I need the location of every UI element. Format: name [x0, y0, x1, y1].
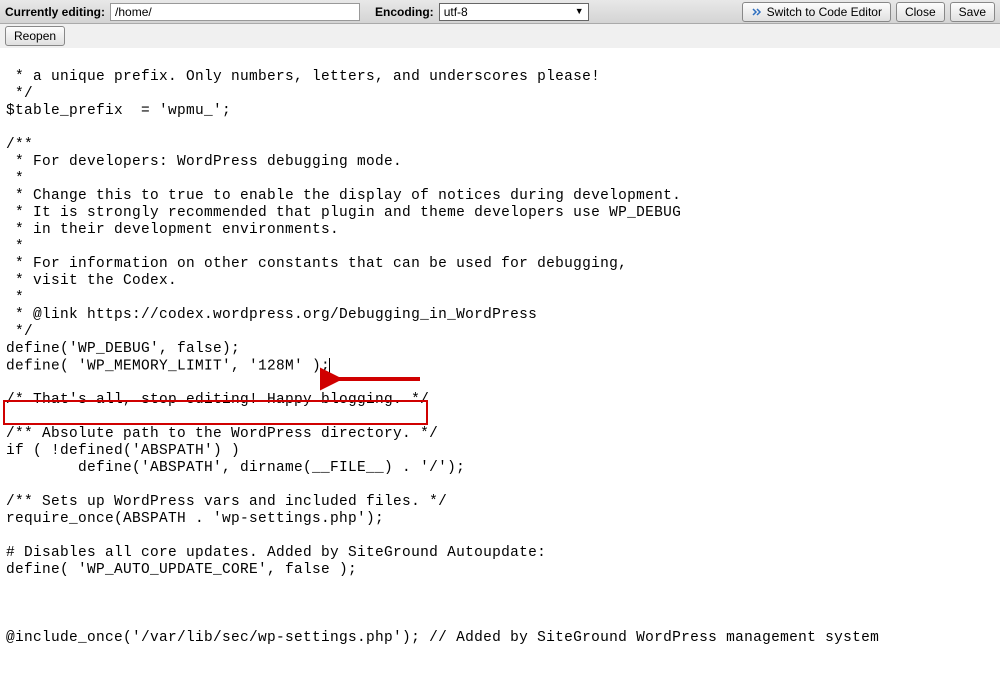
code-line: /* That's all, stop editing! Happy blogg…: [6, 392, 429, 408]
code-line: *: [6, 239, 24, 255]
code-editor-area[interactable]: * a unique prefix. Only numbers, letters…: [0, 48, 1000, 685]
code-line: $table_prefix = 'wpmu_';: [6, 103, 231, 119]
annotation-arrow-icon: [320, 364, 430, 394]
code-line: /** Sets up WordPress vars and included …: [6, 494, 447, 510]
code-line: * For developers: WordPress debugging mo…: [6, 154, 402, 170]
code-line: define( 'WP_MEMORY_LIMIT', '128M' );: [6, 358, 330, 374]
code-line: define( 'WP_AUTO_UPDATE_CORE', false );: [6, 562, 357, 578]
code-line: * visit the Codex.: [6, 273, 177, 289]
code-line: *: [6, 171, 24, 187]
code-line: * in their development environments.: [6, 222, 339, 238]
code-line: @include_once('/var/lib/sec/wp-settings.…: [6, 630, 879, 646]
save-button[interactable]: Save: [950, 2, 995, 22]
switch-editor-label: Switch to Code Editor: [767, 5, 882, 19]
encoding-label: Encoding:: [375, 5, 434, 19]
code-line: /** Absolute path to the WordPress direc…: [6, 426, 438, 442]
editing-label: Currently editing:: [5, 5, 105, 19]
code-line: * For information on other constants tha…: [6, 256, 627, 272]
code-line: if ( !defined('ABSPATH') ): [6, 443, 240, 459]
encoding-select[interactable]: utf-8: [439, 3, 589, 21]
code-line: * It is strongly recommended that plugin…: [6, 205, 681, 221]
secondary-toolbar: Reopen: [0, 24, 1000, 48]
switch-icon: [751, 6, 763, 18]
switch-editor-button[interactable]: Switch to Code Editor: [742, 2, 891, 22]
code-line: */: [6, 86, 33, 102]
file-path-input[interactable]: [110, 3, 360, 21]
code-line: * a unique prefix. Only numbers, letters…: [6, 69, 600, 85]
code-line: *: [6, 290, 24, 306]
text-cursor: [329, 358, 330, 373]
reopen-button[interactable]: Reopen: [5, 26, 65, 46]
code-line: * @link https://codex.wordpress.org/Debu…: [6, 307, 537, 323]
code-line: */: [6, 324, 33, 340]
code-line: require_once(ABSPATH . 'wp-settings.php'…: [6, 511, 384, 527]
code-line: define('ABSPATH', dirname(__FILE__) . '/…: [6, 460, 465, 476]
code-line: /**: [6, 137, 33, 153]
code-line: # Disables all core updates. Added by Si…: [6, 545, 546, 561]
code-line: * Change this to true to enable the disp…: [6, 188, 681, 204]
close-button[interactable]: Close: [896, 2, 945, 22]
editor-toolbar: Currently editing: Encoding: utf-8 Switc…: [0, 0, 1000, 24]
code-line: define('WP_DEBUG', false);: [6, 341, 240, 357]
